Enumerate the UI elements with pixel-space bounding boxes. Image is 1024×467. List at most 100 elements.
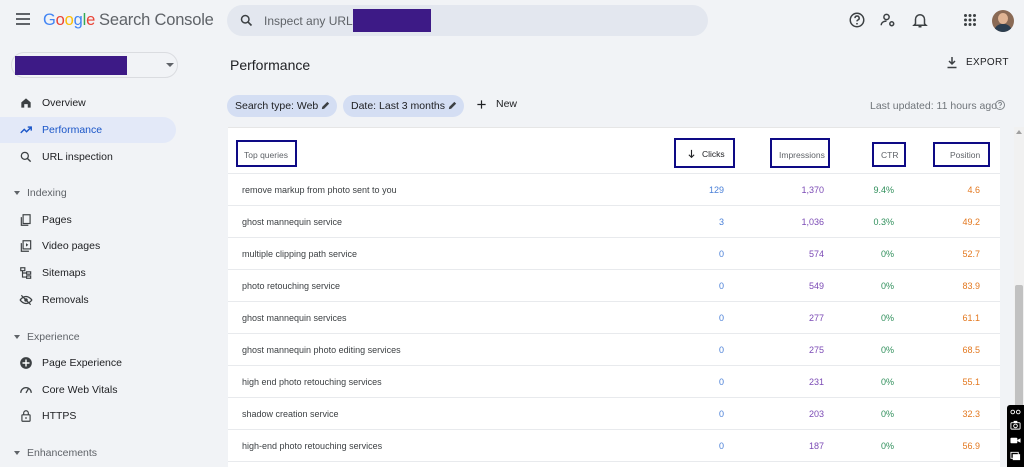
table-row[interactable]: shadow creation service 0 203 0% 32.3	[228, 398, 1000, 430]
sidebar-item-https[interactable]: HTTPS	[0, 403, 176, 429]
gallery-icon[interactable]	[1010, 451, 1021, 461]
query-cell: high-end photo retouching services	[242, 441, 383, 451]
sidebar-item-performance[interactable]: Performance	[0, 117, 176, 143]
query-cell: ghost mannequin service	[242, 217, 343, 227]
video-pages-icon	[20, 240, 32, 252]
product-name: Search Console	[99, 11, 214, 29]
impressions-cell: 277	[808, 313, 824, 323]
filter-chip-date[interactable]: Date: Last 3 months	[343, 95, 464, 117]
scroll-thumb[interactable]	[1015, 285, 1023, 425]
search-placeholder: Inspect any URL in	[264, 14, 365, 28]
sidebar-item-page-experience[interactable]: Page Experience	[0, 350, 176, 376]
ctr-cell: 0%	[880, 345, 894, 355]
impressions-cell: 574	[808, 249, 824, 259]
trending-up-icon	[20, 126, 32, 134]
table-row[interactable]: high-end photo retouching services 0 187…	[228, 430, 1000, 462]
impressions-cell: 549	[808, 281, 824, 291]
lock-icon	[21, 410, 31, 422]
collapse-caret-icon	[14, 451, 20, 456]
column-header-clicks[interactable]: Clicks	[687, 149, 725, 159]
position-cell: 49.2	[962, 217, 980, 227]
position-cell: 61.1	[962, 313, 980, 323]
ctr-cell: 0%	[880, 377, 894, 387]
manage-users-icon[interactable]	[879, 11, 897, 29]
position-cell: 55.1	[962, 377, 980, 387]
table-row[interactable]: high end photo retouching services 0 231…	[228, 366, 1000, 398]
impressions-cell: 231	[808, 377, 824, 387]
filter-chip-search-type[interactable]: Search type: Web	[227, 95, 337, 117]
pencil-icon	[448, 101, 457, 110]
redacted-property-url	[353, 9, 431, 32]
sidebar-item-core-web-vitals[interactable]: Core Web Vitals	[0, 377, 176, 403]
sidebar-item-pages[interactable]: Pages	[0, 207, 176, 233]
sidebar-section-indexing[interactable]: Indexing	[14, 187, 67, 199]
sidebar-item-url-inspection[interactable]: URL inspection	[0, 144, 176, 170]
sidebar-item-sitemaps[interactable]: Sitemaps	[0, 260, 176, 286]
table-row[interactable]: ghost mannequin photo editing services 0…	[228, 334, 1000, 366]
impressions-cell: 1,036	[801, 217, 824, 227]
ctr-cell: 0.3%	[873, 217, 894, 227]
sidebar-item-video-pages[interactable]: Video pages	[0, 233, 176, 259]
query-cell: remove markup from photo sent to you	[242, 185, 397, 195]
position-cell: 32.3	[962, 409, 980, 419]
table-row[interactable]: multiple clipping path service 0 574 0% …	[228, 238, 1000, 270]
clicks-cell: 0	[718, 281, 724, 291]
column-header-impressions[interactable]: Impressions	[779, 150, 825, 160]
menu-icon[interactable]	[16, 13, 30, 25]
download-icon	[947, 57, 957, 69]
scroll-up-arrow-icon[interactable]	[1016, 130, 1022, 134]
table-header-row: Top queries Clicks Impressions CTR Posit…	[228, 128, 1000, 174]
collapse-caret-icon	[14, 335, 20, 340]
impressions-cell: 275	[808, 345, 824, 355]
query-cell: shadow creation service	[242, 409, 339, 419]
screen-recorder-widget[interactable]	[1007, 405, 1024, 467]
clicks-cell: 3	[718, 217, 724, 227]
redacted-property-name	[15, 56, 127, 75]
account-avatar[interactable]	[992, 10, 1014, 32]
sidebar-section-enhancements[interactable]: Enhancements	[14, 447, 97, 459]
column-header-top-queries[interactable]: Top queries	[244, 150, 288, 160]
ctr-cell: 0%	[880, 409, 894, 419]
query-cell: ghost mannequin photo editing services	[242, 345, 401, 355]
video-camera-icon[interactable]	[1010, 436, 1021, 445]
clicks-cell: 129	[708, 185, 724, 195]
table-row[interactable]: photo retouching service 0 549 0% 83.9	[228, 270, 1000, 302]
top-app-bar: Google Search Console Inspect any URL in	[0, 0, 1024, 42]
help-icon[interactable]	[994, 99, 1006, 111]
ctr-cell: 0%	[880, 249, 894, 259]
table-row[interactable]: ghost mannequin service 3 1,036 0.3% 49.…	[228, 206, 1000, 238]
chevron-down-icon	[166, 63, 174, 67]
impressions-cell: 1,370	[801, 185, 824, 195]
camera-icon[interactable]	[1010, 420, 1021, 430]
help-icon[interactable]	[848, 11, 866, 29]
google-search-console-logo[interactable]: Google Search Console	[43, 11, 214, 30]
property-selector[interactable]	[11, 52, 178, 78]
notifications-bell-icon[interactable]	[911, 11, 929, 29]
gauge-icon	[20, 387, 32, 394]
page-experience-icon	[20, 357, 32, 369]
apps-grid-icon[interactable]	[961, 11, 979, 29]
new-filter-button[interactable]: New	[476, 98, 517, 110]
pages-icon	[20, 214, 31, 226]
sitemap-icon	[20, 267, 32, 279]
ctr-cell: 0%	[880, 281, 894, 291]
sidebar-section-experience[interactable]: Experience	[14, 331, 80, 343]
sidebar-item-removals[interactable]: Removals	[0, 287, 176, 313]
home-icon	[21, 98, 31, 108]
query-cell: high end photo retouching services	[242, 377, 382, 387]
collapse-caret-icon	[14, 191, 20, 196]
arrow-down-icon	[688, 149, 695, 159]
column-header-position[interactable]: Position	[950, 150, 980, 160]
ctr-cell: 9.4%	[873, 185, 894, 195]
top-queries-table: Top queries Clicks Impressions CTR Posit…	[228, 127, 1000, 467]
table-row[interactable]: remove markup from photo sent to you 129…	[228, 174, 1000, 206]
column-header-ctr[interactable]: CTR	[881, 150, 898, 160]
url-inspection-search-bar[interactable]: Inspect any URL in	[227, 5, 708, 36]
impressions-cell: 203	[808, 409, 824, 419]
sidebar-item-overview[interactable]: Overview	[0, 90, 176, 116]
pencil-icon	[321, 101, 330, 110]
plus-icon	[477, 99, 486, 109]
removals-icon	[19, 294, 33, 306]
export-button[interactable]: EXPORT	[946, 56, 1009, 69]
table-row[interactable]: ghost mannequin services 0 277 0% 61.1	[228, 302, 1000, 334]
